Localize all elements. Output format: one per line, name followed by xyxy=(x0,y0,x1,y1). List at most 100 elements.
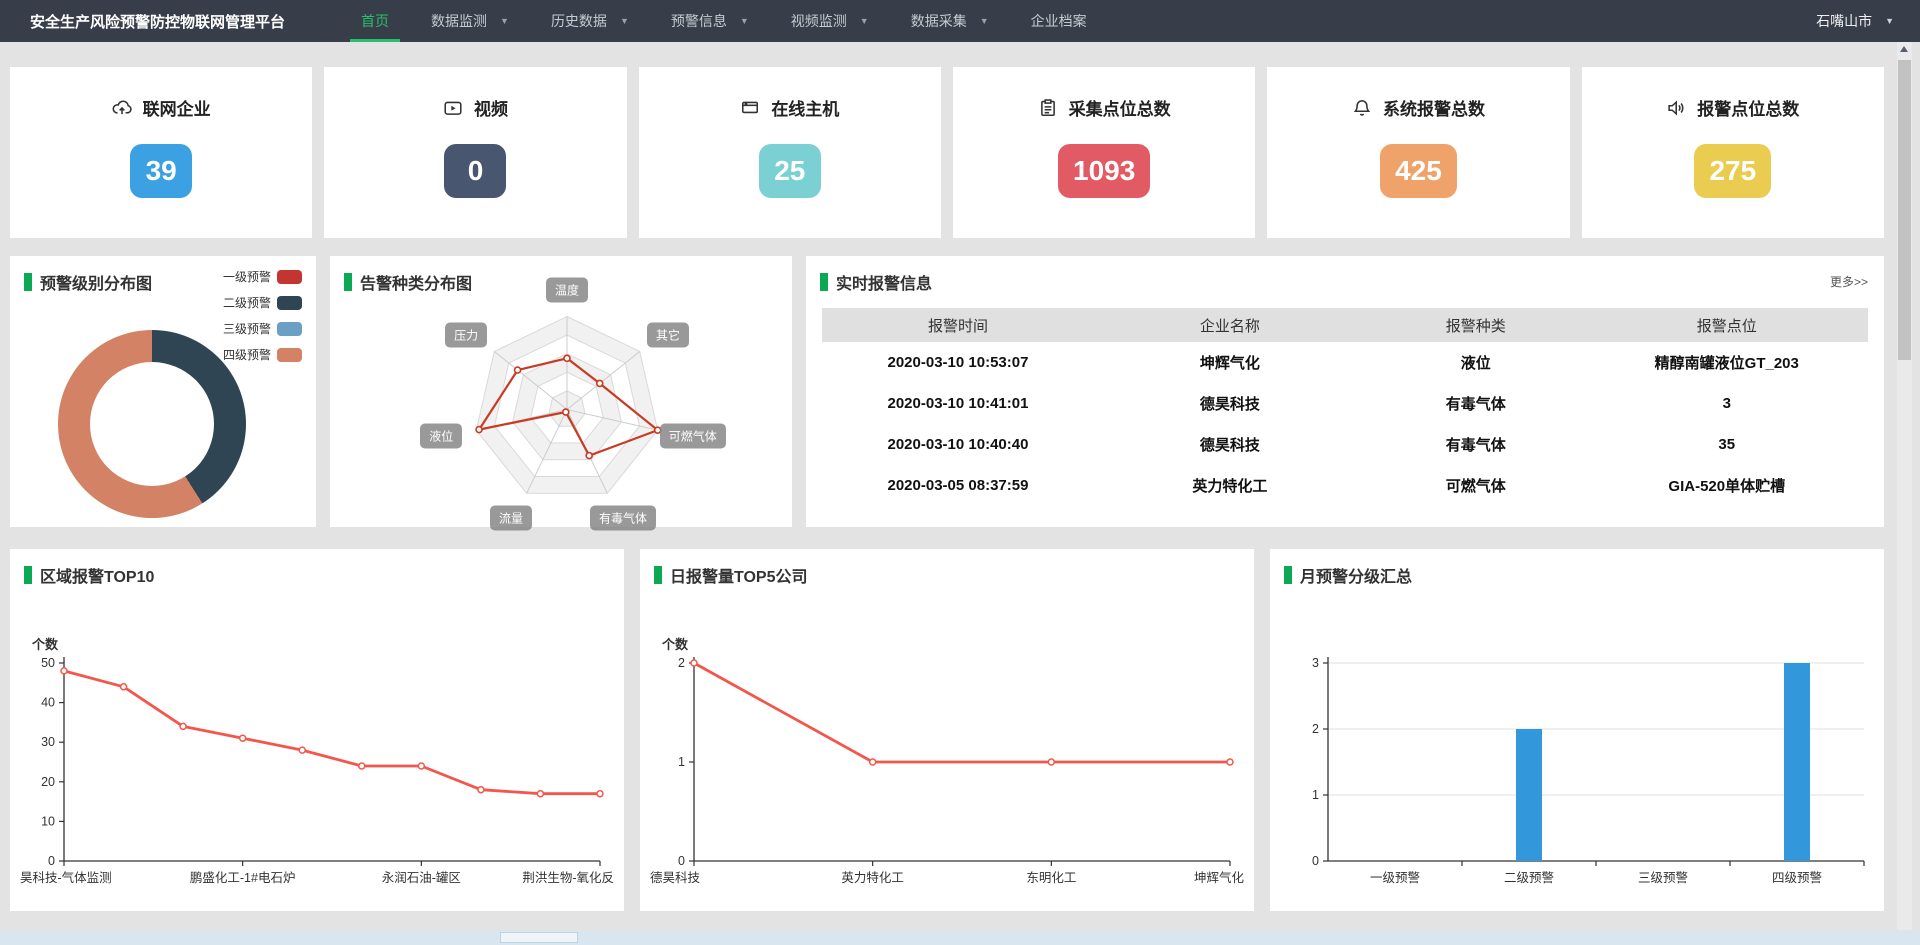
chevron-down-icon: ▼ xyxy=(740,16,749,26)
more-link[interactable]: 更多>> xyxy=(1830,273,1868,290)
stat-value-badge: 39 xyxy=(130,144,192,198)
legend-item-level2[interactable]: 二级预警 xyxy=(223,294,302,311)
column-header-time: 报警时间 xyxy=(822,315,1094,336)
cell-type: 可燃气体 xyxy=(1366,475,1586,496)
legend-swatch xyxy=(277,348,302,362)
svg-text:2: 2 xyxy=(1312,722,1319,736)
column-header-point: 报警点位 xyxy=(1586,315,1868,336)
legend-item-level1[interactable]: 一级预警 xyxy=(223,268,302,285)
region-alarm-top10-line-chart[interactable]: 个数01020304050昊科技-气体监测鹏盛化工-1#电石炉永润石油-罐区荆洪… xyxy=(18,635,616,905)
horizontal-scrollbar-thumb[interactable] xyxy=(500,932,578,943)
legend-swatch xyxy=(277,296,302,310)
panel-title: 预警级别分布图 xyxy=(40,270,152,294)
stat-label: 在线主机 xyxy=(771,95,839,120)
panel-warning-level-distribution: 预警级别分布图 一级预警 二级预警 三级预警 四级预警 xyxy=(10,256,316,527)
legend-label: 四级预警 xyxy=(223,346,271,363)
svg-text:东明化工: 东明化工 xyxy=(1026,871,1076,885)
table-row[interactable]: 2020-03-10 10:41:01 德昊科技 有毒气体 3 xyxy=(822,383,1868,424)
warning-level-donut-chart[interactable] xyxy=(58,330,246,518)
panel-title-block xyxy=(654,566,662,584)
cell-type: 有毒气体 xyxy=(1366,434,1586,455)
panel-region-alarm-top10: 区域报警TOP10 个数01020304050昊科技-气体监测鹏盛化工-1#电石… xyxy=(10,549,624,911)
svg-text:永润石油-罐区: 永润石油-罐区 xyxy=(382,871,461,885)
svg-text:一级预警: 一级预警 xyxy=(1370,870,1420,885)
table-row[interactable]: 2020-03-10 10:53:07 坤辉气化 液位 精醇南罐液位GT_203 xyxy=(822,342,1868,383)
nav-item-label: 预警信息 xyxy=(671,11,727,31)
panel-title: 区域报警TOP10 xyxy=(40,563,154,587)
stat-card-connected-enterprises: 联网企业 39 xyxy=(10,67,312,238)
svg-text:20: 20 xyxy=(41,775,55,789)
svg-text:1: 1 xyxy=(678,755,685,769)
radar-axis-label: 温度 xyxy=(546,277,588,302)
panel-title: 月预警分级汇总 xyxy=(1300,563,1412,587)
panel-title: 日报警量TOP5公司 xyxy=(670,563,808,587)
stat-label: 报警点位总数 xyxy=(1697,95,1799,120)
stat-value-badge: 425 xyxy=(1380,144,1457,198)
cell-time: 2020-03-10 10:41:01 xyxy=(822,395,1094,412)
svg-text:鹏盛化工-1#电石炉: 鹏盛化工-1#电石炉 xyxy=(190,870,296,885)
stat-value-badge: 25 xyxy=(759,144,821,198)
nav-item-label: 视频监测 xyxy=(791,11,847,31)
panel-title-block xyxy=(24,273,32,291)
chevron-down-icon: ▼ xyxy=(860,16,869,26)
stat-label: 采集点位总数 xyxy=(1069,95,1171,120)
legend-item-level3[interactable]: 三级预警 xyxy=(223,320,302,337)
cell-type: 有毒气体 xyxy=(1366,393,1586,414)
cell-time: 2020-03-10 10:53:07 xyxy=(822,354,1094,371)
radar-axis-label: 有毒气体 xyxy=(590,505,656,530)
cell-company: 德昊科技 xyxy=(1094,434,1366,455)
scroll-up-arrow-icon[interactable] xyxy=(1900,46,1908,52)
alarm-type-radar-chart[interactable]: 温度其它可燃气体有毒气体流量液位压力 xyxy=(330,256,792,527)
svg-text:坤辉气化: 坤辉气化 xyxy=(1194,870,1245,885)
region-selector[interactable]: 石嘴山市 ▼ xyxy=(1816,11,1894,31)
panel-title: 告警种类分布图 xyxy=(360,270,472,294)
daily-alarm-top5-line-chart[interactable]: 个数012德昊科技英力特化工东明化工坤辉气化 xyxy=(648,635,1246,905)
horizontal-scrollbar[interactable] xyxy=(0,930,1920,945)
stat-cards-row: 联网企业 39 视频 0 xyxy=(10,67,1884,238)
nav-item-warning-info[interactable]: 预警信息 ▼ xyxy=(650,0,770,42)
table-row[interactable]: 2020-03-10 10:40:40 德昊科技 有毒气体 35 xyxy=(822,424,1868,465)
cell-point: GIA-520单体贮槽 xyxy=(1586,475,1868,496)
nav-item-label: 数据监测 xyxy=(431,11,487,31)
vertical-scrollbar-thumb[interactable] xyxy=(1898,60,1911,360)
nav-item-label: 数据采集 xyxy=(911,11,967,31)
panel-title-block xyxy=(1284,566,1292,584)
region-label: 石嘴山市 xyxy=(1816,11,1872,31)
nav-item-label: 企业档案 xyxy=(1031,11,1087,31)
cell-time: 2020-03-10 10:40:40 xyxy=(822,436,1094,453)
radar-axis-label: 液位 xyxy=(420,424,462,449)
stat-value-badge: 0 xyxy=(444,144,506,198)
stat-value-badge: 1093 xyxy=(1058,144,1150,198)
table-row[interactable]: 2020-03-05 08:37:59 英力特化工 可燃气体 GIA-520单体… xyxy=(822,465,1868,506)
panel-title-block xyxy=(344,273,352,291)
legend-label: 一级预警 xyxy=(223,268,271,285)
cell-type: 液位 xyxy=(1366,352,1586,373)
stat-value-badge: 275 xyxy=(1694,144,1771,198)
chevron-down-icon: ▼ xyxy=(500,16,509,26)
stat-label: 系统报警总数 xyxy=(1383,95,1485,120)
panel-title-block xyxy=(820,273,828,291)
nav-item-data-monitor[interactable]: 数据监测 ▼ xyxy=(410,0,530,42)
stat-card-collect-points-total: 采集点位总数 1093 xyxy=(953,67,1255,238)
svg-text:0: 0 xyxy=(1312,854,1319,868)
panel-alarm-type-distribution: 告警种类分布图 温度其它可燃气体有毒气体流量液位压力 xyxy=(330,256,792,527)
monthly-warning-bar-chart[interactable]: 0123一级预警二级预警三级预警四级预警 xyxy=(1278,635,1876,905)
nav-item-video-monitor[interactable]: 视频监测 ▼ xyxy=(770,0,890,42)
svg-text:30: 30 xyxy=(41,735,55,749)
nav-item-enterprise-archive[interactable]: 企业档案 xyxy=(1010,0,1108,42)
vertical-scrollbar[interactable] xyxy=(1897,42,1912,930)
svg-text:三级预警: 三级预警 xyxy=(1638,870,1688,885)
stat-label: 视频 xyxy=(474,95,508,120)
chevron-down-icon: ▼ xyxy=(980,16,989,26)
legend-label: 三级预警 xyxy=(223,320,271,337)
radar-axis-label: 流量 xyxy=(490,505,532,530)
speaker-icon xyxy=(1666,98,1686,118)
svg-text:德昊科技: 德昊科技 xyxy=(650,870,701,885)
top-navbar: 安全生产风险预警防控物联网管理平台 首页 数据监测 ▼ 历史数据 ▼ 预警信息 … xyxy=(0,0,1920,42)
legend-item-level4[interactable]: 四级预警 xyxy=(223,346,302,363)
nav-item-home[interactable]: 首页 xyxy=(340,0,410,42)
svg-text:个数: 个数 xyxy=(661,637,689,652)
nav-item-history-data[interactable]: 历史数据 ▼ xyxy=(530,0,650,42)
nav-item-data-collect[interactable]: 数据采集 ▼ xyxy=(890,0,1010,42)
chevron-down-icon: ▼ xyxy=(1885,16,1894,26)
